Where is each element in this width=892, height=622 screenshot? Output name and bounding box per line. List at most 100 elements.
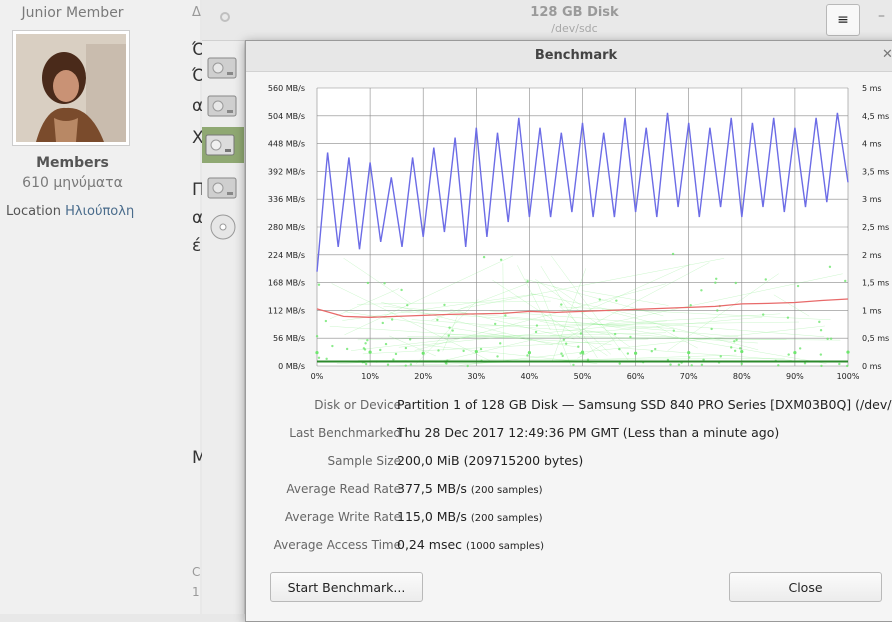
y-right-tick-label: 3,5 ms [862, 167, 889, 176]
access-time-point [740, 362, 743, 366]
access-time-point [562, 338, 566, 341]
y-left-tick-label: 112 MB/s [268, 306, 305, 315]
post-text-fragment: έ [192, 236, 202, 256]
forum-user-panel: Junior Member Members 610 μηνύματα Locat… [0, 0, 200, 614]
write-rate-samples: (200 samples) [470, 513, 543, 524]
access-time-point [586, 358, 590, 361]
y-axis-right-labels: 0 ms 0,5 ms 1 ms 1,5 ms 2 ms 2,5 ms 3 ms 3,5 ms… [862, 84, 889, 371]
avatar[interactable] [12, 30, 130, 146]
access-time-point [535, 324, 539, 327]
access-time-point [526, 280, 529, 283]
access-time-point [317, 356, 321, 359]
access-time-point [386, 363, 390, 366]
minimize-icon[interactable]: – [878, 8, 885, 24]
access-time-point [572, 363, 575, 367]
drive-item-selected[interactable] [202, 127, 244, 163]
x-tick-label: 90% [786, 372, 804, 381]
info-label-device: Disk or Device [314, 398, 401, 412]
access-time-point [719, 355, 722, 358]
access-time-point [844, 279, 847, 283]
access-time-point [404, 364, 407, 367]
access-time-point [846, 364, 849, 368]
x-tick-label: 100% [837, 372, 860, 381]
close-button[interactable]: Close [729, 572, 882, 602]
drive-item-hdd-1[interactable] [205, 53, 239, 81]
user-location: Location Ηλιούπολη [6, 204, 134, 219]
access-time-point [437, 349, 440, 352]
hamburger-menu-icon[interactable]: ≡ [826, 4, 860, 36]
user-group: Members [36, 155, 109, 171]
access-time-point [447, 334, 450, 337]
read-rate-samples: (200 samples) [470, 485, 543, 496]
access-time-point [710, 327, 713, 331]
access-time-samples: (1000 samples) [466, 541, 545, 552]
access-time-point [786, 316, 790, 319]
access-time-point [527, 351, 531, 355]
access-time-point [700, 363, 704, 366]
disk-device-path: /dev/sdc [551, 22, 598, 35]
drive-item-hdd-2[interactable] [205, 91, 239, 119]
read-rate-value: 377,5 MB/s [397, 481, 467, 496]
access-time-point [392, 358, 395, 361]
access-time-point [762, 313, 765, 316]
access-time-point [493, 322, 497, 326]
access-time-point [826, 337, 829, 341]
y-right-tick-label: 0 ms [862, 362, 882, 371]
access-time-point [829, 337, 833, 340]
optical-disc-icon [210, 214, 236, 240]
info-value-access-time: 0,24 msec (1000 samples) [397, 537, 544, 552]
access-time-point [650, 350, 653, 353]
access-time-point [730, 346, 733, 349]
access-time-point [364, 362, 368, 366]
access-time-point [739, 347, 742, 350]
hard-disk-icon [207, 57, 237, 79]
y-right-tick-label: 1,5 ms [862, 279, 889, 288]
access-time-point [324, 319, 328, 323]
access-time-point [777, 364, 780, 367]
x-axis-labels: 0% 10% 20% 30% 40% 50% 60% 70% 80% 90% 100% [311, 372, 860, 381]
x-tick-label: 20% [414, 372, 432, 381]
access-time-point [466, 364, 469, 368]
access-time-point [700, 289, 703, 292]
location-label: Location [6, 204, 61, 219]
access-time-point [715, 277, 718, 281]
access-time-point [671, 252, 675, 256]
info-label-last-benchmarked: Last Benchmarked [289, 426, 401, 440]
access-time-point [479, 347, 483, 351]
access-time-point [394, 352, 398, 356]
y-right-tick-label: 2,5 ms [862, 223, 889, 232]
disk-title: 128 GB Disk [530, 5, 619, 20]
benchmark-chart: 0 MB/s 56 MB/s 112 MB/s 168 MB/s 224 MB/s 280… [268, 84, 889, 381]
drive-item-hdd-3[interactable] [205, 173, 239, 201]
y-left-tick-label: 448 MB/s [268, 140, 305, 149]
info-label-read-rate: Average Read Rate [286, 482, 401, 496]
x-tick-label: 80% [733, 372, 751, 381]
access-time-point [379, 348, 382, 352]
post-text-fragment: C [192, 565, 201, 579]
access-time-point [787, 353, 790, 356]
dialog-title: Benchmark [534, 48, 618, 63]
y-right-tick-label: 4 ms [862, 140, 882, 149]
user-rank: Junior Member [21, 5, 124, 21]
x-tick-label: 40% [521, 372, 539, 381]
access-time-point [735, 338, 738, 342]
access-time-point [798, 347, 802, 350]
access-time-point [716, 309, 719, 312]
y-right-tick-label: 2 ms [862, 251, 882, 260]
x-tick-label: 30% [467, 372, 485, 381]
access-time-point [364, 342, 367, 345]
y-left-tick-label: 168 MB/s [268, 279, 305, 288]
drive-item-optical[interactable] [205, 211, 239, 240]
access-time-point [443, 303, 446, 307]
y-right-tick-label: 4,5 ms [862, 112, 889, 121]
info-value-write-rate: 115,0 MB/s (200 samples) [397, 509, 542, 524]
location-value: Ηλιούπολη [65, 204, 135, 219]
y-axis-left-labels: 0 MB/s 56 MB/s 112 MB/s 168 MB/s 224 MB/s 280… [268, 84, 305, 371]
y-left-tick-label: 0 MB/s [278, 362, 305, 371]
access-time-point [580, 350, 585, 354]
access-time-point [384, 342, 388, 346]
close-icon[interactable]: ✕ [882, 47, 892, 62]
start-benchmark-button[interactable]: Start Benchmark... [270, 572, 423, 602]
info-value-device: Partition 1 of 128 GB Disk — Samsung SSD… [397, 397, 892, 412]
y-left-tick-label: 224 MB/s [268, 251, 305, 260]
